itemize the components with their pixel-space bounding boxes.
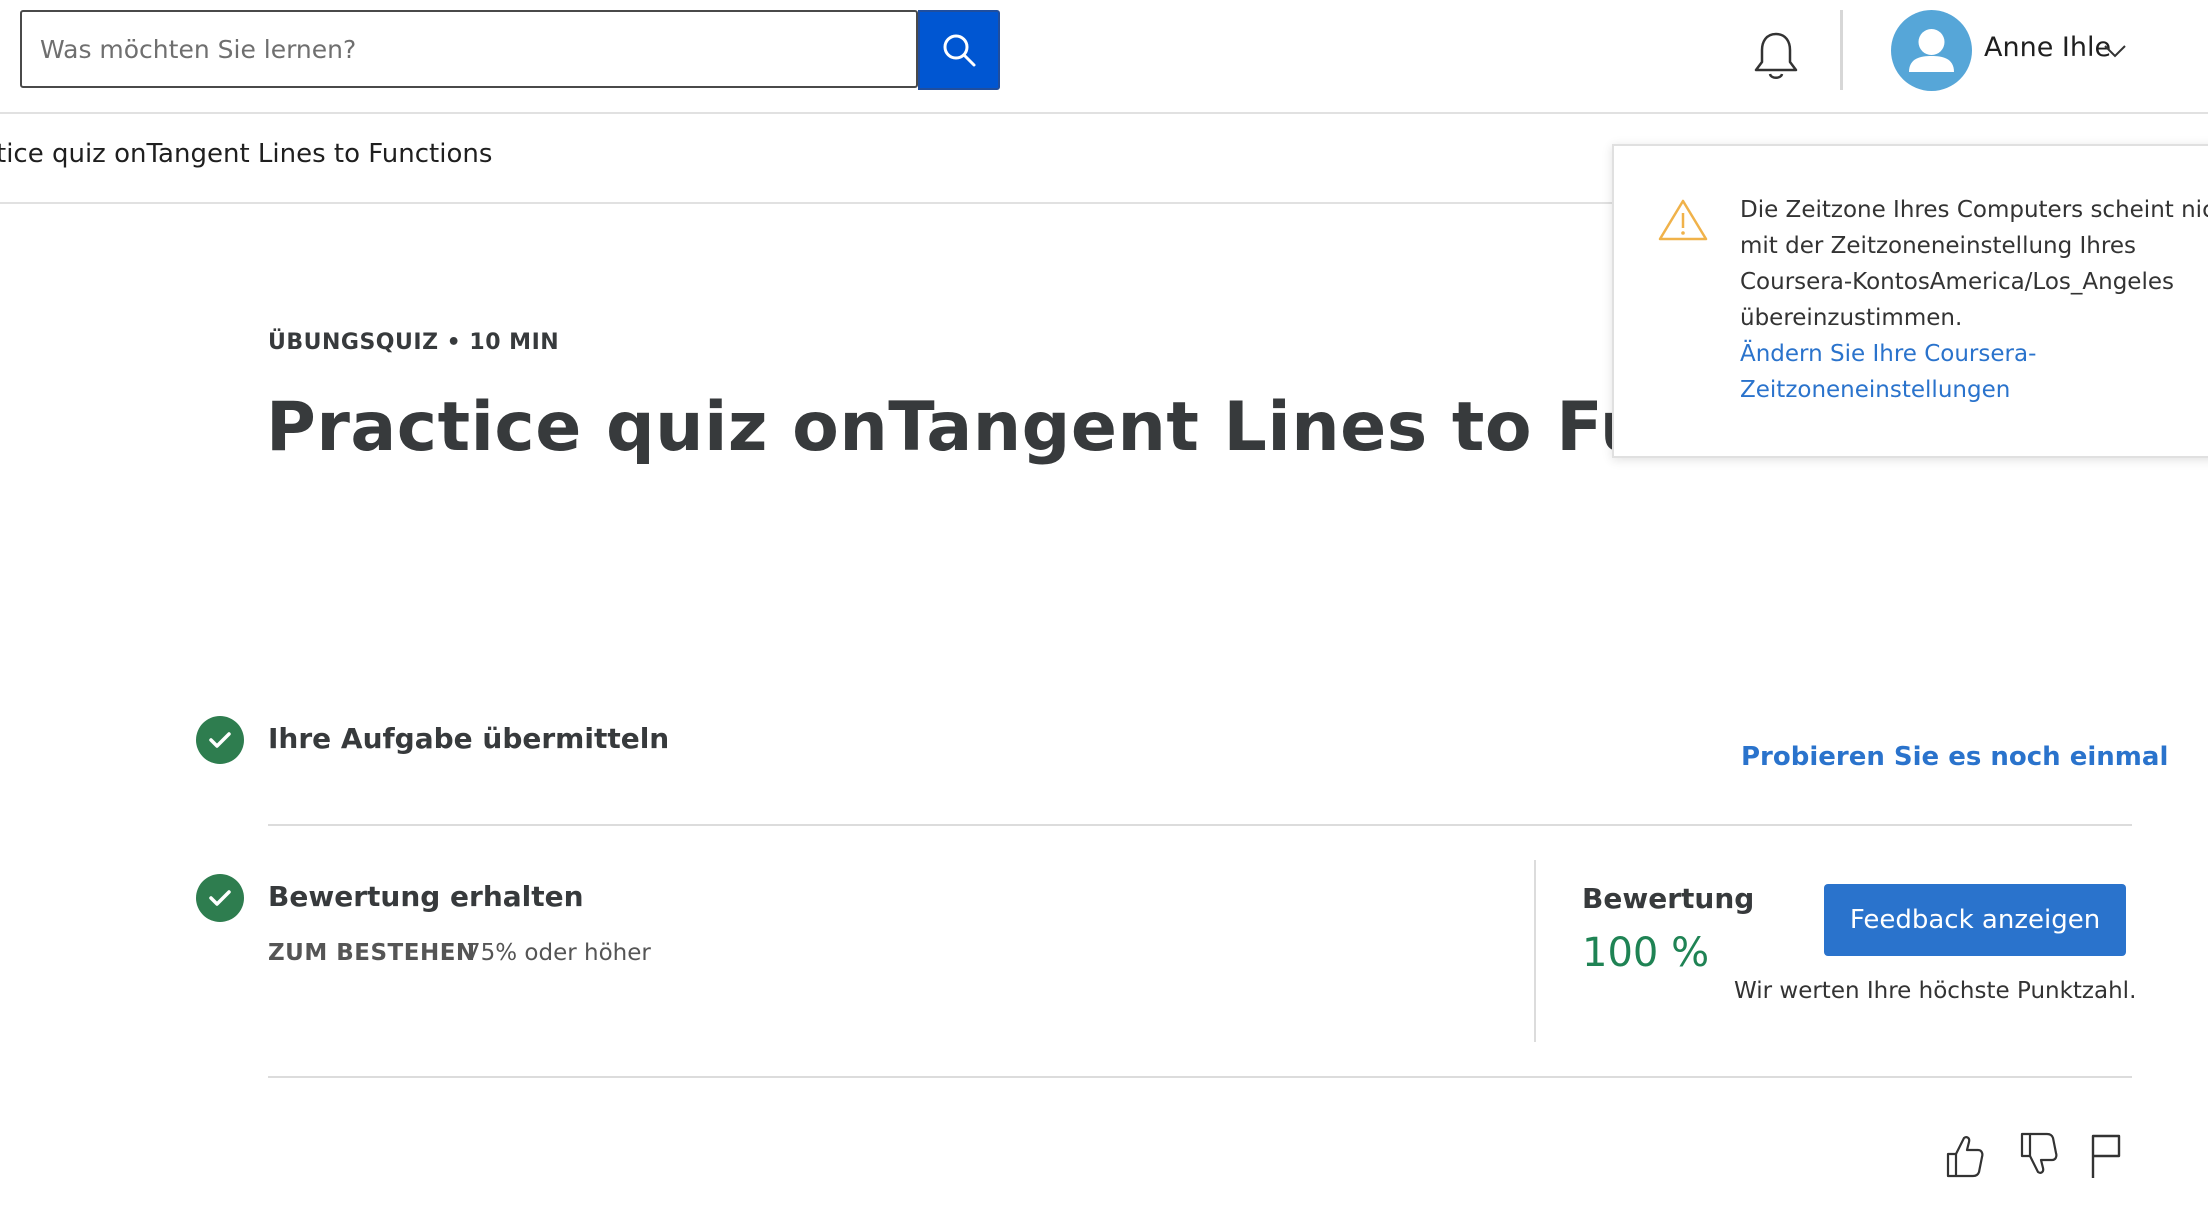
thumbs-down-icon[interactable] <box>2016 1130 2060 1180</box>
top-header: Anne Ihle <box>0 0 2208 114</box>
flag-icon[interactable] <box>2088 1130 2124 1180</box>
quiz-eyebrow: ÜBUNGSQUIZ • 10 MIN <box>268 330 560 355</box>
divider <box>268 824 2132 826</box>
timezone-settings-link[interactable]: Ändern Sie Ihre Coursera-Zeitzoneneinste… <box>1740 336 2160 408</box>
bell-icon[interactable] <box>1748 28 1804 84</box>
timezone-warning-popover: Die Zeitzone Ihres Computers scheint nic… <box>1612 144 2208 458</box>
search-button[interactable] <box>918 10 1000 90</box>
search-icon <box>943 34 976 67</box>
person-icon <box>1909 29 1954 72</box>
header-divider <box>1840 10 1843 90</box>
feedback-button[interactable]: Feedback anzeigen <box>1824 884 2126 956</box>
grade-divider <box>1534 860 1536 1042</box>
submit-step-title: Ihre Aufgabe übermitteln <box>268 722 670 755</box>
search-input[interactable] <box>20 10 900 88</box>
pass-label: ZUM BESTEHEN <box>268 940 476 966</box>
grade-label: Bewertung <box>1582 882 1755 915</box>
pass-value: 75% oder höher <box>466 940 651 966</box>
user-name[interactable]: Anne Ihle <box>1984 32 2111 63</box>
divider <box>268 1076 2132 1078</box>
retry-link[interactable]: Probieren Sie es noch einmal <box>1741 742 2168 772</box>
chevron-down-icon[interactable] <box>2102 38 2128 64</box>
grade-value: 100 % <box>1582 930 1710 976</box>
timezone-message: Die Zeitzone Ihres Computers scheint nic… <box>1740 197 2208 331</box>
check-circle-icon <box>196 874 244 922</box>
grade-step-title: Bewertung erhalten <box>268 880 584 913</box>
grade-note: Wir werten Ihre höchste Punktzahl. <box>1734 978 2137 1004</box>
user-avatar-icon[interactable] <box>1891 10 1972 91</box>
check-circle-icon <box>196 716 244 764</box>
warning-icon <box>1658 199 1708 241</box>
thumbs-up-icon[interactable] <box>1942 1130 1986 1180</box>
breadcrumb-title[interactable]: tice quiz onTangent Lines to Functions <box>0 139 492 169</box>
